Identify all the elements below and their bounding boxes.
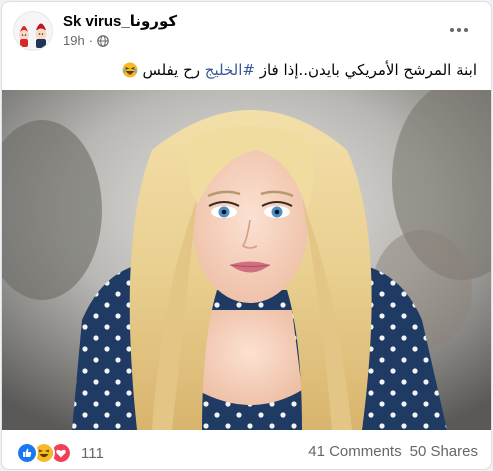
shares-count-link[interactable]: 50 Shares xyxy=(410,443,478,460)
portrait-photo-illustration xyxy=(2,90,491,430)
post-header: Sk virus_كورونا 19h · xyxy=(2,2,491,60)
post-photo[interactable] xyxy=(2,90,491,430)
hashtag-link[interactable]: #الخليج xyxy=(205,61,255,79)
caption-tail: رح يفلس xyxy=(137,61,205,79)
engagement-stats: 41 Comments 50 Shares xyxy=(308,443,478,460)
laughing-tears-emoji-icon xyxy=(122,62,138,78)
post-footer: 111 41 Comments 50 Shares xyxy=(2,430,491,469)
post-timestamp[interactable]: 19h xyxy=(63,33,85,48)
reactions-summary[interactable]: 111 xyxy=(16,442,104,464)
avatar-image xyxy=(14,12,52,50)
caption-text: ابنة المرشح الأمريكي بايدن..إذا فاز xyxy=(254,61,477,79)
more-options-icon xyxy=(450,28,468,32)
comments-count-link[interactable]: 41 Comments xyxy=(308,443,401,460)
like-reaction-icon xyxy=(16,442,38,464)
post-meta: 19h · xyxy=(63,33,109,48)
more-options-button[interactable] xyxy=(441,12,477,48)
reaction-count: 111 xyxy=(81,444,104,462)
page-name-link[interactable]: Sk virus_كورونا xyxy=(63,12,177,30)
post-caption: ابنة المرشح الأمريكي بايدن..إذا فاز #الخ… xyxy=(17,58,477,82)
globe-icon[interactable] xyxy=(97,34,109,47)
post-card: Sk virus_كورونا 19h · ابنة المرشح الأمري… xyxy=(1,1,492,470)
page-avatar[interactable] xyxy=(13,11,53,51)
meta-separator: · xyxy=(88,33,94,48)
